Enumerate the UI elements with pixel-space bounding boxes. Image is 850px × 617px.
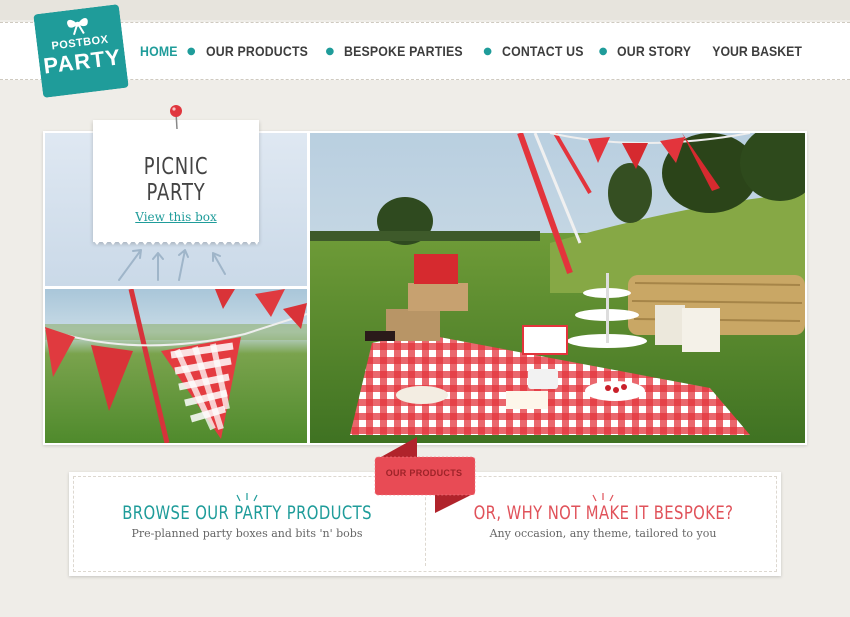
nav-home[interactable]: HOME — [140, 43, 178, 59]
ribbon-label: OUR PRODUCTS — [385, 468, 463, 478]
top-strip — [0, 0, 850, 20]
site-header: HOME ● OUR PRODUCTS ● BESPOKE PARTIES ● … — [0, 22, 850, 80]
nav-separator: ● — [186, 45, 196, 57]
feature-title: PICNIC PARTY — [143, 154, 209, 206]
nav-our-products[interactable]: OUR PRODUCTS — [206, 43, 308, 59]
sparkle-icon — [592, 493, 614, 502]
pin-icon — [170, 105, 182, 130]
bow-icon — [67, 18, 88, 36]
bespoke-title: OR, WHY NOT MAKE IT BESPOKE? — [473, 502, 733, 524]
browse-title: BROWSE OUR PARTY PRODUCTS — [122, 502, 372, 524]
site-logo[interactable]: POSTBOX PARTY — [33, 4, 129, 98]
picnic-photo — [310, 133, 805, 443]
nav-bespoke-parties[interactable]: BESPOKE PARTIES — [344, 43, 463, 59]
bespoke-subtitle: Any occasion, any theme, tailored to you — [489, 527, 717, 540]
feature-card: PICNIC PARTY View this box — [93, 120, 259, 245]
nav-our-story[interactable]: OUR STORY — [617, 43, 691, 59]
nav-separator: ● — [483, 45, 492, 57]
basket-link[interactable]: YOUR BASKET — [712, 43, 802, 59]
nav-separator: ● — [325, 45, 335, 57]
bunting-illustration — [45, 289, 307, 443]
browse-products-promo[interactable]: BROWSE OUR PARTY PRODUCTS Pre-planned pa… — [69, 493, 425, 540]
browse-subtitle: Pre-planned party boxes and bits 'n' bob… — [131, 527, 363, 540]
sparkle-icon — [236, 493, 258, 502]
view-box-link[interactable]: View this box — [93, 210, 259, 224]
main-nav: HOME ● OUR PRODUCTS ● BESPOKE PARTIES ● … — [140, 43, 702, 59]
nav-contact-us[interactable]: CONTACT US — [502, 43, 584, 59]
card-zigzag-edge — [93, 240, 259, 245]
nav-separator: ● — [598, 45, 608, 57]
bunting-photo — [45, 289, 307, 443]
picnic-illustration — [310, 133, 805, 443]
